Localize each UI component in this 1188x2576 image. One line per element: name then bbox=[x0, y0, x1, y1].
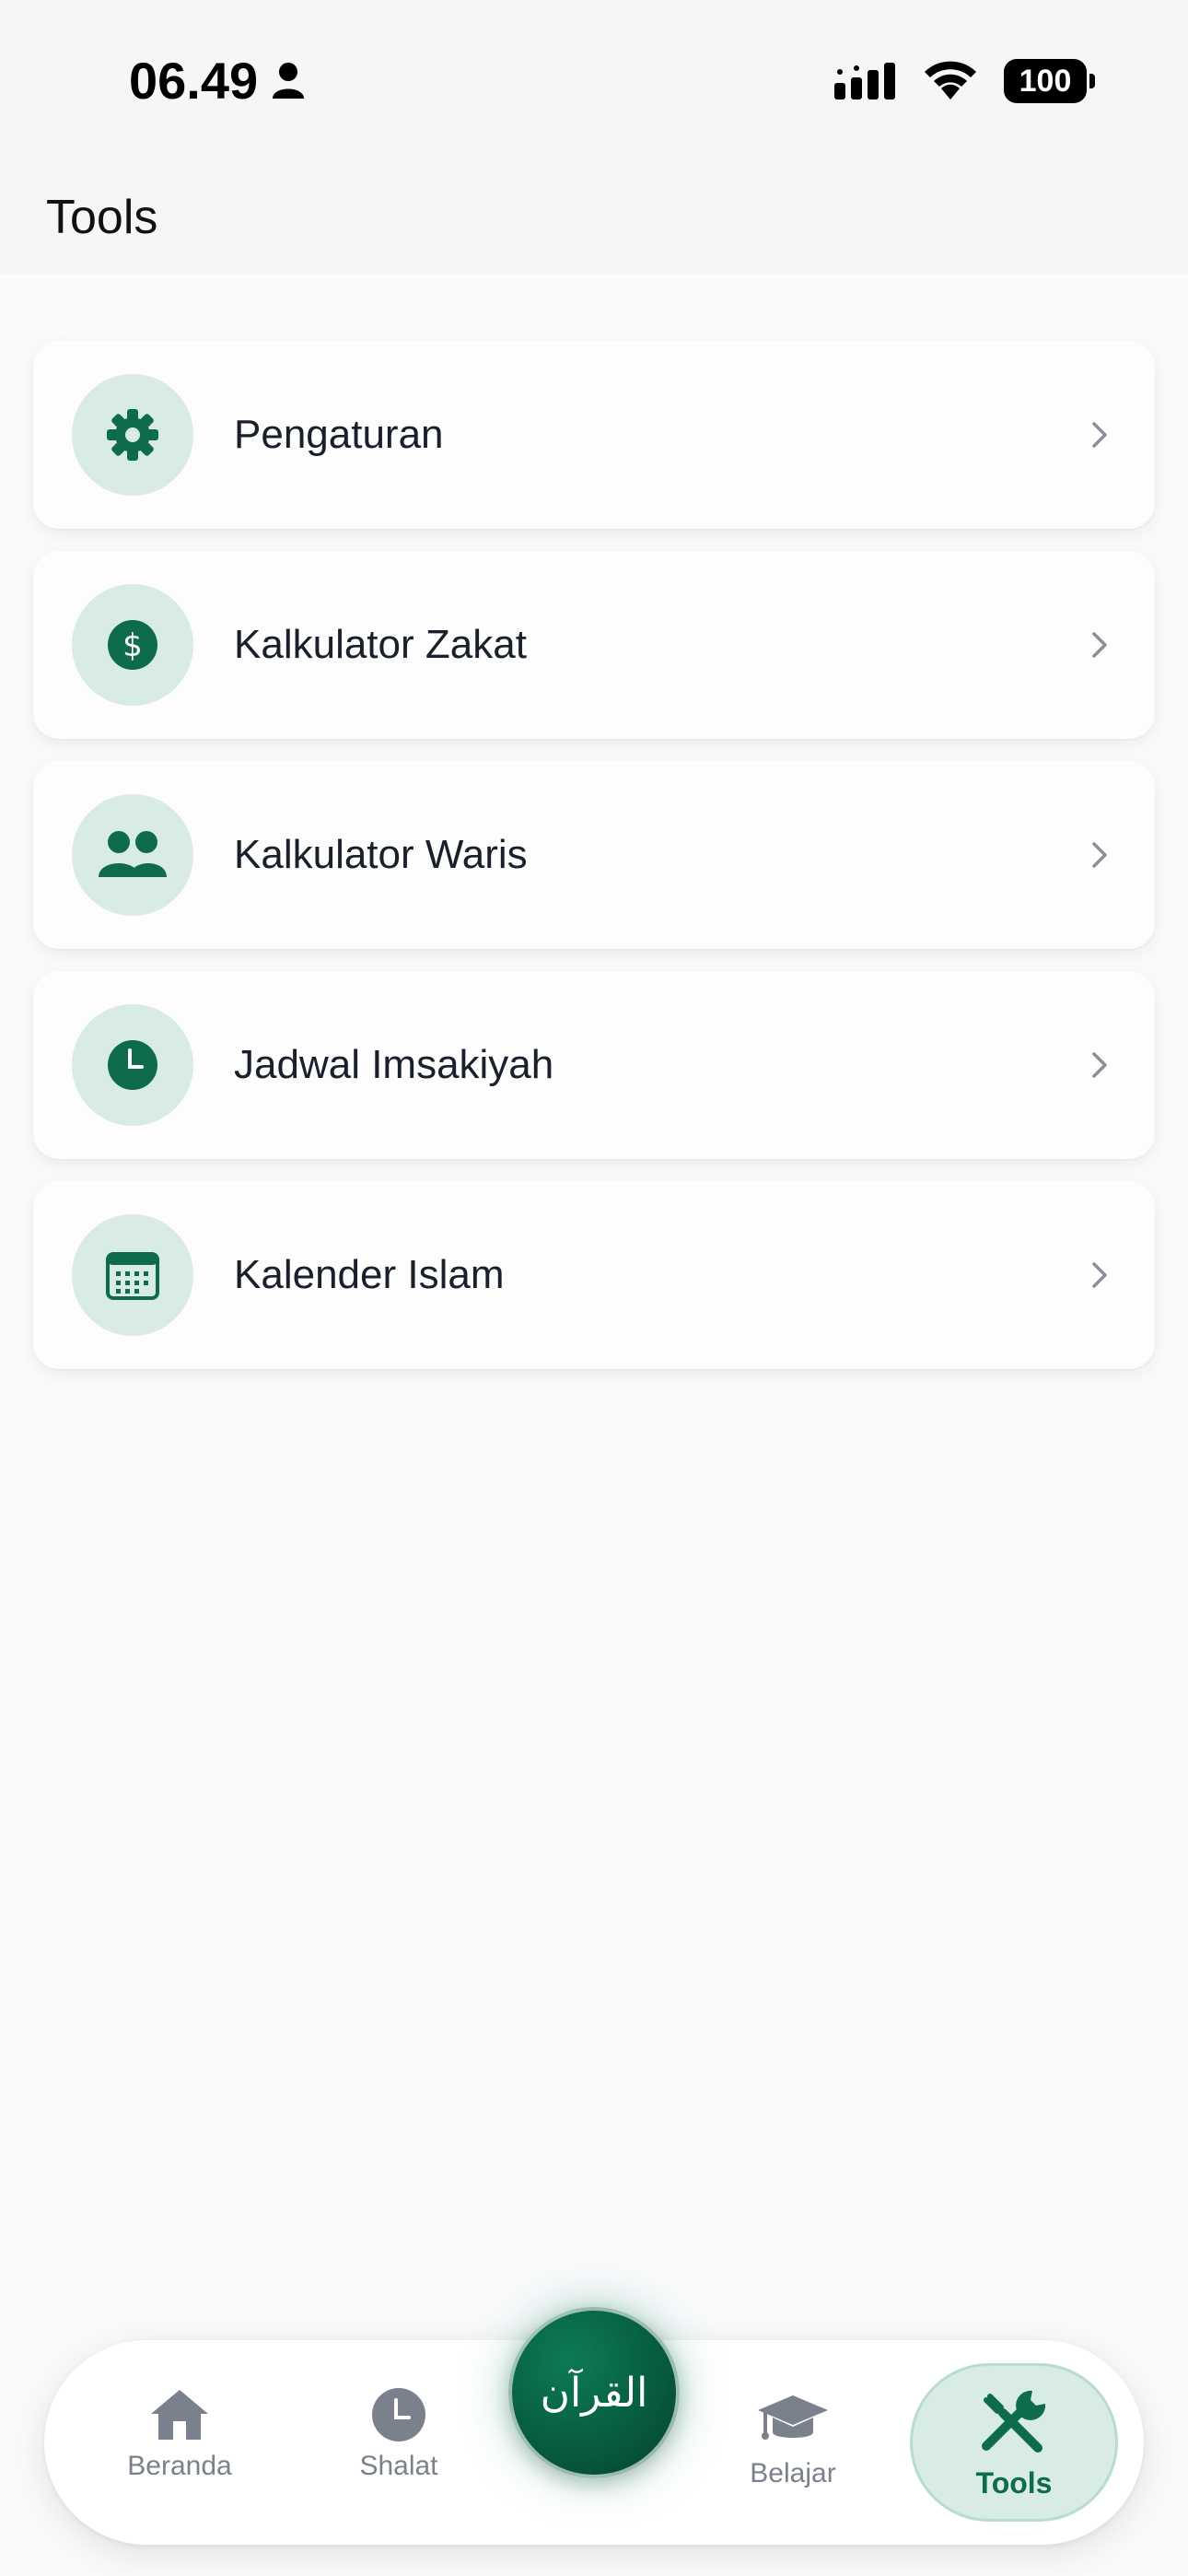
menu-item-jadwal-imsakiyah[interactable]: Jadwal Imsakiyah bbox=[33, 971, 1155, 1159]
home-icon bbox=[151, 2390, 208, 2440]
screen: 06.49 100 Tools Pengaturan $ Kalkulator … bbox=[0, 0, 1188, 2576]
nav-belajar[interactable]: Belajar bbox=[724, 2392, 862, 2489]
menu-item-kalkulator-waris[interactable]: Kalkulator Waris bbox=[33, 761, 1155, 949]
nav-label: Tools bbox=[975, 2465, 1053, 2500]
menu-item-label: Pengaturan bbox=[234, 412, 444, 457]
icon-badge bbox=[72, 794, 193, 916]
nav-label: Shalat bbox=[359, 2451, 438, 2481]
chevron-right-icon bbox=[1092, 842, 1107, 868]
nav-shalat[interactable]: Shalat bbox=[330, 2386, 468, 2482]
svg-text:$: $ bbox=[122, 627, 143, 664]
icon-badge: $ bbox=[72, 584, 193, 706]
tools-list: Pengaturan $ Kalkulator Zakat Kalkulator… bbox=[33, 341, 1155, 1391]
nav-beranda[interactable]: Beranda bbox=[111, 2386, 249, 2482]
battery-level: 100 bbox=[1019, 63, 1072, 99]
page-title: Tools bbox=[46, 191, 158, 244]
top-bar: 06.49 100 Tools bbox=[0, 0, 1188, 275]
nav-tools[interactable]: Tools bbox=[910, 2363, 1118, 2522]
tools-icon bbox=[982, 2390, 1046, 2453]
calendar-icon bbox=[106, 1252, 159, 1300]
chevron-right-icon bbox=[1092, 1052, 1107, 1078]
chevron-right-icon bbox=[1092, 422, 1107, 448]
status-time-text: 06.49 bbox=[129, 51, 259, 110]
users-icon bbox=[99, 831, 167, 877]
dollar-icon: $ bbox=[108, 620, 157, 670]
menu-item-label: Kalender Islam bbox=[234, 1252, 505, 1297]
nav-label: Belajar bbox=[750, 2458, 836, 2488]
icon-badge bbox=[72, 1214, 193, 1336]
person-icon bbox=[273, 63, 305, 99]
status-time: 06.49 bbox=[129, 48, 306, 112]
signal-icon bbox=[834, 63, 895, 100]
wifi-icon bbox=[925, 61, 976, 100]
nav-label: Beranda bbox=[127, 2451, 232, 2481]
quran-button[interactable]: القرآن bbox=[508, 2307, 680, 2478]
icon-badge bbox=[72, 1004, 193, 1126]
chevron-right-icon bbox=[1092, 1262, 1107, 1288]
status-indicators: 100 bbox=[834, 55, 1095, 107]
clock-icon bbox=[108, 1040, 157, 1090]
battery-icon: 100 bbox=[1004, 59, 1095, 103]
chevron-right-icon bbox=[1092, 632, 1107, 658]
menu-item-label: Kalkulator Zakat bbox=[234, 622, 527, 667]
icon-badge bbox=[72, 374, 193, 496]
graduation-cap-icon bbox=[758, 2395, 828, 2440]
menu-item-pengaturan[interactable]: Pengaturan bbox=[33, 341, 1155, 529]
menu-item-label: Kalkulator Waris bbox=[234, 832, 528, 877]
gear-icon bbox=[107, 409, 158, 461]
menu-item-kalkulator-zakat[interactable]: $ Kalkulator Zakat bbox=[33, 551, 1155, 739]
menu-item-kalender-islam[interactable]: Kalender Islam bbox=[33, 1181, 1155, 1369]
clock-icon bbox=[372, 2388, 425, 2441]
quran-label: القرآن bbox=[540, 2369, 648, 2417]
menu-item-label: Jadwal Imsakiyah bbox=[234, 1042, 554, 1087]
